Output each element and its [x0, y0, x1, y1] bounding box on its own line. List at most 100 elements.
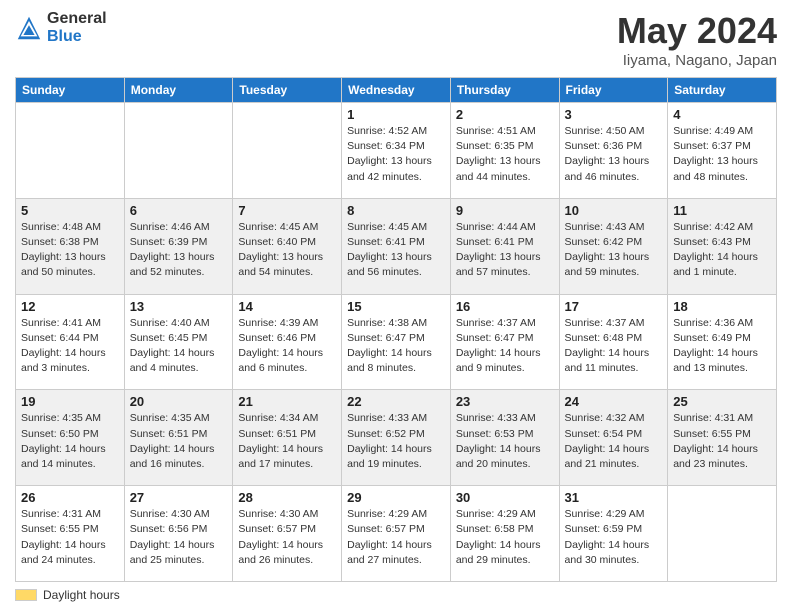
- daylight-swatch: [15, 589, 37, 601]
- table-row: 12Sunrise: 4:41 AM Sunset: 6:44 PM Dayli…: [16, 294, 125, 390]
- day-number: 8: [347, 203, 445, 218]
- col-wednesday: Wednesday: [342, 78, 451, 103]
- title-block: May 2024 Iiyama, Nagano, Japan: [617, 10, 777, 69]
- table-row: 28Sunrise: 4:30 AM Sunset: 6:57 PM Dayli…: [233, 486, 342, 582]
- calendar-week-row: 26 Sunrise: 4:31 AM Sunset: 6:55 PM Dayli…: [16, 486, 777, 582]
- day-info: Sunrise: 4:43 AM Sunset: 6:42 PM Dayligh…: [565, 220, 663, 281]
- day-number: 3: [565, 107, 663, 122]
- day-number: 31: [565, 490, 663, 505]
- table-row: 20 Sunrise: 4:35 AM Sunset: 6:51 PM Dayli…: [124, 390, 233, 486]
- day-info: Sunrise: 4:40 AM Sunset: 6:45 PM Dayligh…: [130, 316, 228, 377]
- day-info: Sunrise: 4:35 AM Sunset: 6:50 PM Dayligh…: [21, 411, 119, 472]
- day-number: 18: [673, 299, 771, 314]
- day-number: 14: [238, 299, 336, 314]
- table-row: 29 Sunrise: 4:29 AM Sunset: 6:57 PM Dayli…: [342, 486, 451, 582]
- day-info: Sunrise: 4:33 AM Sunset: 6:52 PM Dayligh…: [347, 411, 445, 472]
- day-info: Sunrise: 4:44 AM Sunset: 6:41 PM Dayligh…: [456, 220, 554, 281]
- day-number: 6: [130, 203, 228, 218]
- header: General Blue May 2024 Iiyama, Nagano, Ja…: [15, 10, 777, 69]
- table-row: 21Sunrise: 4:34 AM Sunset: 6:51 PM Dayli…: [233, 390, 342, 486]
- table-row: 27 Sunrise: 4:30 AM Sunset: 6:56 PM Dayli…: [124, 486, 233, 582]
- day-number: 28: [238, 490, 336, 505]
- day-number: 29: [347, 490, 445, 505]
- main-title: May 2024: [617, 10, 777, 52]
- table-row: 17 Sunrise: 4:37 AM Sunset: 6:48 PM Dayli…: [559, 294, 668, 390]
- day-info: Sunrise: 4:29 AM Sunset: 6:59 PM Dayligh…: [565, 507, 663, 568]
- table-row: 8 Sunrise: 4:45 AM Sunset: 6:41 PM Daylig…: [342, 198, 451, 294]
- calendar-week-row: 5 Sunrise: 4:48 AM Sunset: 6:38 PM Daylig…: [16, 198, 777, 294]
- day-number: 30: [456, 490, 554, 505]
- col-thursday: Thursday: [450, 78, 559, 103]
- day-info: Sunrise: 4:33 AM Sunset: 6:53 PM Dayligh…: [456, 411, 554, 472]
- table-row: 3Sunrise: 4:50 AM Sunset: 6:36 PM Daylig…: [559, 103, 668, 199]
- day-number: 9: [456, 203, 554, 218]
- day-info: Sunrise: 4:35 AM Sunset: 6:51 PM Dayligh…: [130, 411, 228, 472]
- table-row: 26 Sunrise: 4:31 AM Sunset: 6:55 PM Dayli…: [16, 486, 125, 582]
- day-number: 26: [21, 490, 119, 505]
- day-number: 20: [130, 394, 228, 409]
- col-saturday: Saturday: [668, 78, 777, 103]
- table-row: 23 Sunrise: 4:33 AM Sunset: 6:53 PM Dayli…: [450, 390, 559, 486]
- day-number: 2: [456, 107, 554, 122]
- day-number: 16: [456, 299, 554, 314]
- day-number: 7: [238, 203, 336, 218]
- col-sunday: Sunday: [16, 78, 125, 103]
- footer: Daylight hours: [15, 588, 777, 602]
- day-info: Sunrise: 4:48 AM Sunset: 6:38 PM Dayligh…: [21, 220, 119, 281]
- day-info: Sunrise: 4:32 AM Sunset: 6:54 PM Dayligh…: [565, 411, 663, 472]
- logo-icon: [15, 14, 43, 42]
- day-number: 10: [565, 203, 663, 218]
- table-row: 31 Sunrise: 4:29 AM Sunset: 6:59 PM Dayli…: [559, 486, 668, 582]
- table-row: 5 Sunrise: 4:48 AM Sunset: 6:38 PM Daylig…: [16, 198, 125, 294]
- day-info: Sunrise: 4:29 AM Sunset: 6:57 PM Dayligh…: [347, 507, 445, 568]
- day-number: 13: [130, 299, 228, 314]
- day-info: Sunrise: 4:39 AM Sunset: 6:46 PM Dayligh…: [238, 316, 336, 377]
- day-number: 15: [347, 299, 445, 314]
- day-info: Sunrise: 4:37 AM Sunset: 6:48 PM Dayligh…: [565, 316, 663, 377]
- day-number: 1: [347, 107, 445, 122]
- table-row: 1Sunrise: 4:52 AM Sunset: 6:34 PM Daylig…: [342, 103, 451, 199]
- table-row: 6 Sunrise: 4:46 AM Sunset: 6:39 PM Daylig…: [124, 198, 233, 294]
- day-number: 27: [130, 490, 228, 505]
- table-row: 2 Sunrise: 4:51 AM Sunset: 6:35 PM Daylig…: [450, 103, 559, 199]
- table-row: 14 Sunrise: 4:39 AM Sunset: 6:46 PM Dayli…: [233, 294, 342, 390]
- day-number: 17: [565, 299, 663, 314]
- day-number: 12: [21, 299, 119, 314]
- day-number: 23: [456, 394, 554, 409]
- day-info: Sunrise: 4:45 AM Sunset: 6:41 PM Dayligh…: [347, 220, 445, 281]
- day-info: Sunrise: 4:29 AM Sunset: 6:58 PM Dayligh…: [456, 507, 554, 568]
- day-number: 24: [565, 394, 663, 409]
- calendar-week-row: 12Sunrise: 4:41 AM Sunset: 6:44 PM Dayli…: [16, 294, 777, 390]
- day-info: Sunrise: 4:38 AM Sunset: 6:47 PM Dayligh…: [347, 316, 445, 377]
- day-info: Sunrise: 4:42 AM Sunset: 6:43 PM Dayligh…: [673, 220, 771, 281]
- day-number: 21: [238, 394, 336, 409]
- table-row: [124, 103, 233, 199]
- calendar-week-row: 19 Sunrise: 4:35 AM Sunset: 6:50 PM Dayli…: [16, 390, 777, 486]
- table-row: 7 Sunrise: 4:45 AM Sunset: 6:40 PM Daylig…: [233, 198, 342, 294]
- calendar-header-row: Sunday Monday Tuesday Wednesday Thursday…: [16, 78, 777, 103]
- day-number: 11: [673, 203, 771, 218]
- day-info: Sunrise: 4:31 AM Sunset: 6:55 PM Dayligh…: [673, 411, 771, 472]
- day-info: Sunrise: 4:30 AM Sunset: 6:56 PM Dayligh…: [130, 507, 228, 568]
- table-row: 15 Sunrise: 4:38 AM Sunset: 6:47 PM Dayli…: [342, 294, 451, 390]
- col-tuesday: Tuesday: [233, 78, 342, 103]
- logo: General Blue: [15, 10, 107, 46]
- day-number: 22: [347, 394, 445, 409]
- table-row: 9 Sunrise: 4:44 AM Sunset: 6:41 PM Daylig…: [450, 198, 559, 294]
- logo-text: General Blue: [47, 10, 107, 46]
- day-info: Sunrise: 4:31 AM Sunset: 6:55 PM Dayligh…: [21, 507, 119, 568]
- table-row: 25Sunrise: 4:31 AM Sunset: 6:55 PM Dayli…: [668, 390, 777, 486]
- location-subtitle: Iiyama, Nagano, Japan: [617, 52, 777, 69]
- day-info: Sunrise: 4:51 AM Sunset: 6:35 PM Dayligh…: [456, 124, 554, 185]
- day-number: 5: [21, 203, 119, 218]
- table-row: 11 Sunrise: 4:42 AM Sunset: 6:43 PM Dayli…: [668, 198, 777, 294]
- page: General Blue May 2024 Iiyama, Nagano, Ja…: [0, 0, 792, 612]
- table-row: 10 Sunrise: 4:43 AM Sunset: 6:42 PM Dayli…: [559, 198, 668, 294]
- day-info: Sunrise: 4:46 AM Sunset: 6:39 PM Dayligh…: [130, 220, 228, 281]
- table-row: 22 Sunrise: 4:33 AM Sunset: 6:52 PM Dayli…: [342, 390, 451, 486]
- day-info: Sunrise: 4:45 AM Sunset: 6:40 PM Dayligh…: [238, 220, 336, 281]
- day-number: 19: [21, 394, 119, 409]
- table-row: 30 Sunrise: 4:29 AM Sunset: 6:58 PM Dayli…: [450, 486, 559, 582]
- daylight-label: Daylight hours: [43, 588, 120, 602]
- calendar-week-row: 1Sunrise: 4:52 AM Sunset: 6:34 PM Daylig…: [16, 103, 777, 199]
